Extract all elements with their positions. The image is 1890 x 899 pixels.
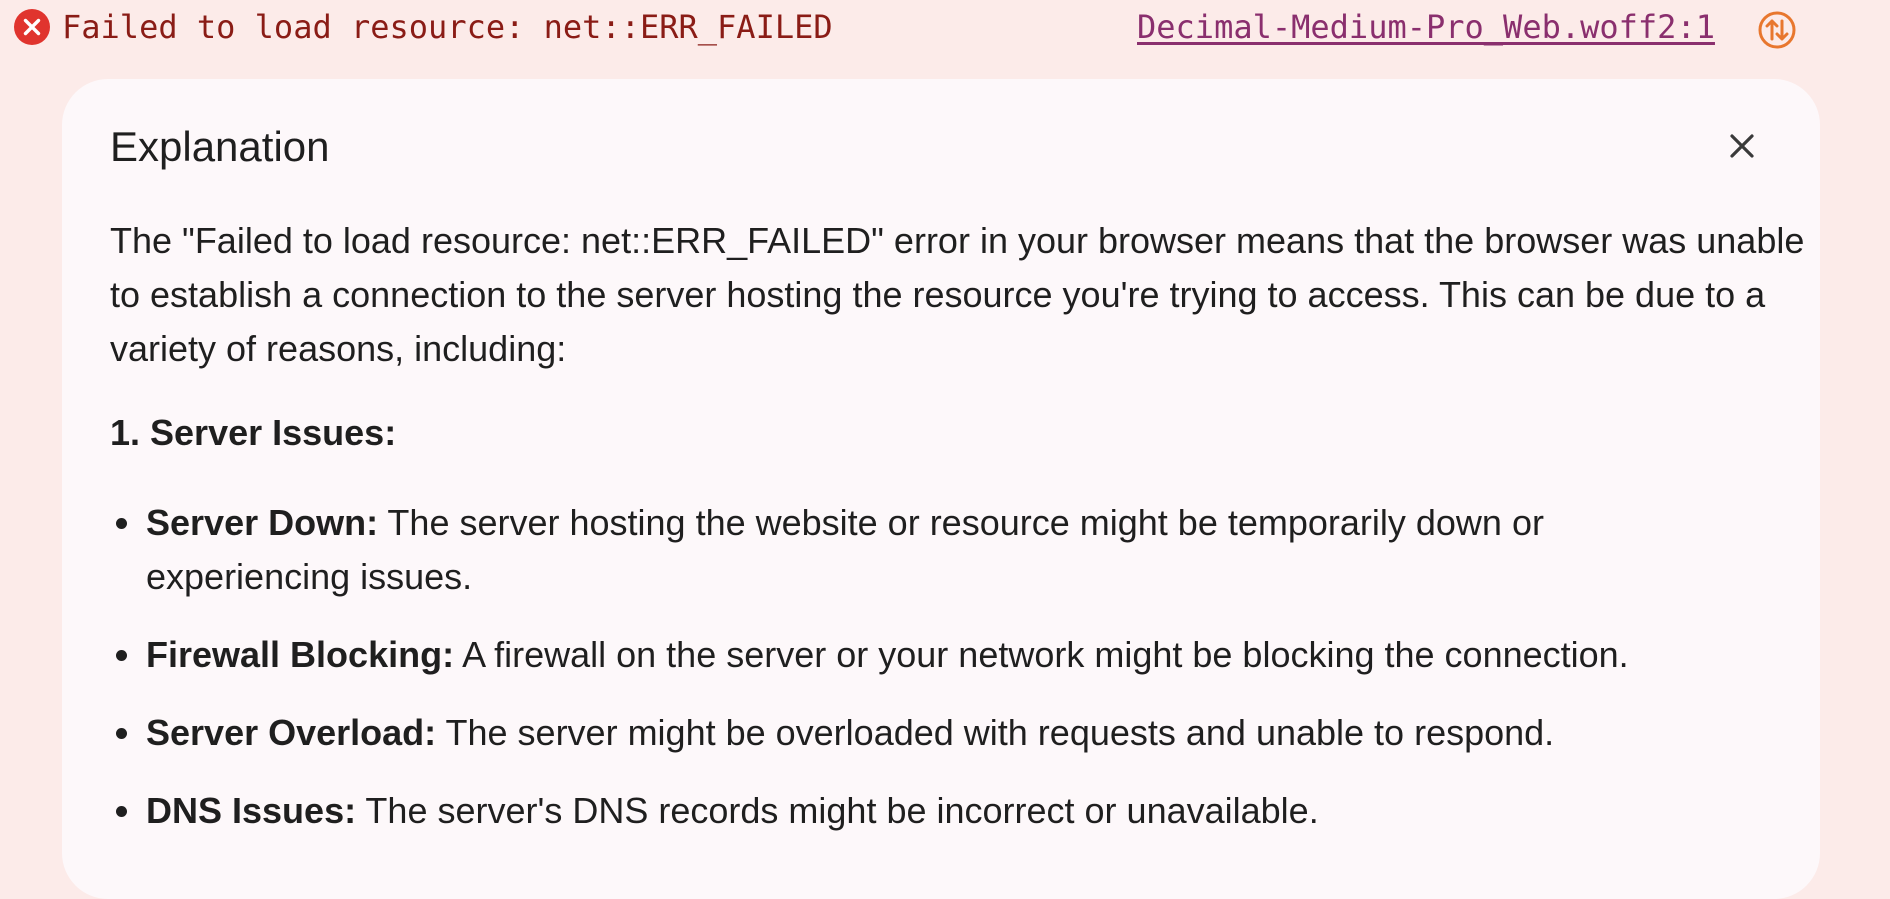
bullet-dot-icon — [116, 806, 127, 817]
bullet-dot-icon — [116, 518, 127, 529]
error-circle-icon — [14, 9, 50, 45]
reasons-list: Server Down: The server hosting the webs… — [110, 496, 1810, 838]
item-term: Server Down: — [146, 502, 379, 543]
bullet-dot-icon — [116, 650, 127, 661]
bullet-dot-icon — [116, 728, 127, 739]
console-error-row: Failed to load resource: net::ERR_FAILED… — [0, 0, 1890, 56]
explanation-intro: The "Failed to load resource: net::ERR_F… — [110, 220, 1805, 369]
network-request-icon[interactable] — [1757, 10, 1797, 50]
item-term: Server Overload: — [146, 712, 437, 753]
item-term: Firewall Blocking: — [146, 634, 455, 675]
source-file-link[interactable]: Decimal-Medium-Pro_Web.woff2:1 — [1137, 8, 1715, 46]
item-text: The server might be overloaded with requ… — [436, 712, 1555, 753]
section-heading: 1. Server Issues: — [110, 412, 397, 453]
item-term: DNS Issues: — [146, 790, 357, 831]
item-text: The server's DNS records might be incorr… — [356, 790, 1319, 831]
panel-title: Explanation — [110, 123, 330, 170]
explanation-body: The "Failed to load resource: net::ERR_F… — [110, 214, 1810, 862]
error-message: Failed to load resource: net::ERR_FAILED — [62, 8, 833, 46]
list-item: Server Down: The server hosting the webs… — [110, 496, 1736, 604]
list-item: Server Overload: The server might be ove… — [110, 706, 1736, 760]
item-text: A firewall on the server or your network… — [454, 634, 1629, 675]
close-icon[interactable] — [1720, 124, 1764, 168]
list-item: Firewall Blocking: A firewall on the ser… — [110, 628, 1736, 682]
list-item: DNS Issues: The server's DNS records mig… — [110, 784, 1736, 838]
explanation-panel: Explanation The "Failed to load resource… — [62, 79, 1820, 899]
